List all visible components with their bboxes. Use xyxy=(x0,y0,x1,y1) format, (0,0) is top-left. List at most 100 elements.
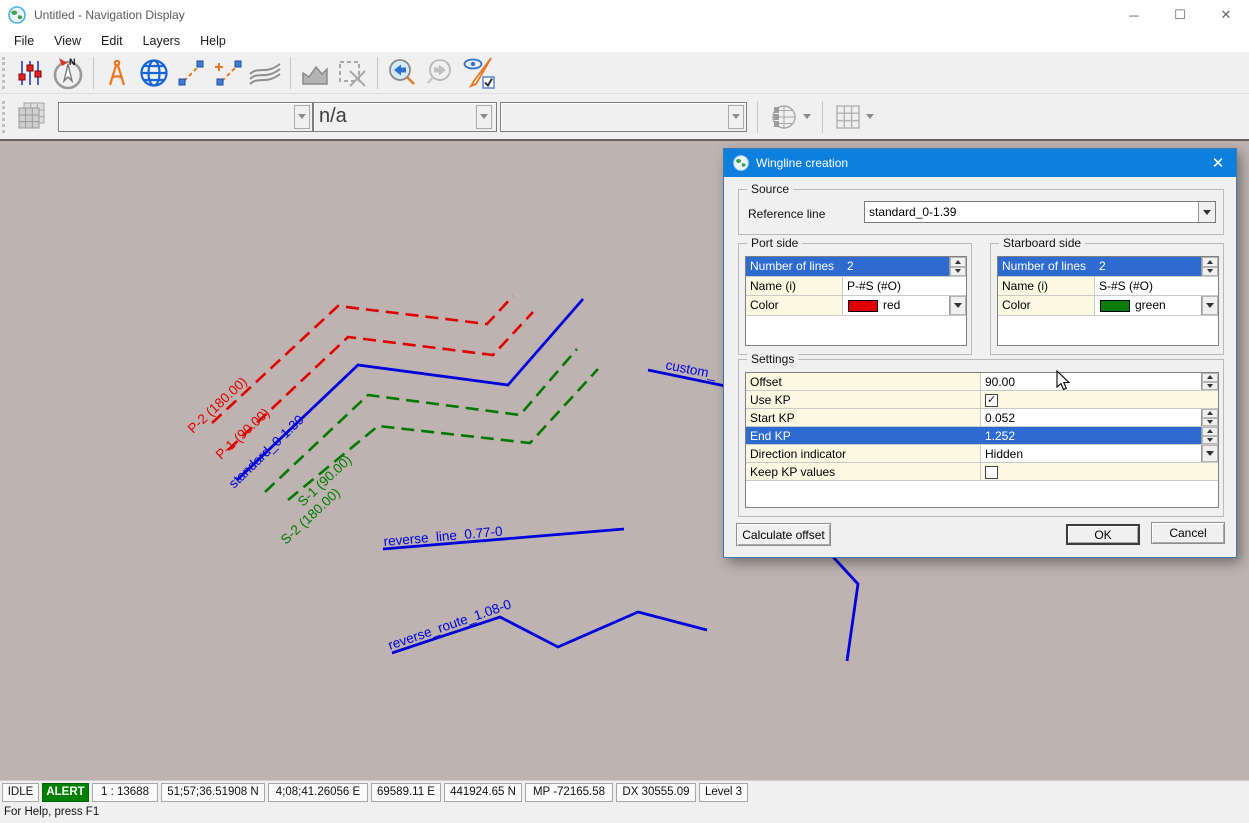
spin-up-icon[interactable] xyxy=(1202,409,1218,418)
menu-layers[interactable]: Layers xyxy=(133,30,191,52)
spin-up-icon[interactable] xyxy=(1202,427,1218,436)
direction-indicator-combo-arrow[interactable] xyxy=(1201,445,1218,462)
zoom-next-button[interactable] xyxy=(421,54,459,92)
offset-spinner[interactable] xyxy=(1201,373,1218,390)
dropdown-arrow-icon[interactable] xyxy=(1202,296,1218,315)
keep-kp-values-label[interactable]: Keep KP values xyxy=(746,463,981,480)
starboard-name-label[interactable]: Name (i) xyxy=(998,277,1095,295)
spin-up-icon[interactable] xyxy=(1202,257,1218,267)
keep-kp-values-value[interactable] xyxy=(981,463,1218,480)
spin-down-icon[interactable] xyxy=(1202,382,1218,391)
start-kp-spinner[interactable] xyxy=(1201,409,1218,426)
toolbar-grip[interactable] xyxy=(2,57,9,89)
menu-edit[interactable]: Edit xyxy=(91,30,133,52)
projection-dropdown-arrow[interactable] xyxy=(803,114,811,119)
layer-combo-left-arrow[interactable] xyxy=(294,105,310,129)
reference-line-combo-arrow[interactable] xyxy=(1198,202,1215,222)
wingline-s1[interactable] xyxy=(265,349,577,492)
layers-grid-button[interactable] xyxy=(12,98,50,136)
port-number-of-lines-label[interactable]: Number of lines xyxy=(746,257,843,276)
starboard-name-value[interactable]: S-#S (#O) xyxy=(1095,277,1218,295)
spin-down-icon[interactable] xyxy=(1202,436,1218,445)
filter-sliders-button[interactable] xyxy=(12,54,48,92)
direction-indicator-row[interactable]: Direction indicator Hidden xyxy=(746,445,1218,463)
layer-combo-right-arrow[interactable] xyxy=(728,105,744,129)
start-kp-value[interactable]: 0.052 xyxy=(981,409,1201,426)
use-kp-checkbox[interactable] xyxy=(985,394,998,407)
area-chart-button[interactable] xyxy=(296,54,334,92)
globe-button[interactable] xyxy=(135,54,173,92)
divider-compass-button[interactable] xyxy=(99,54,135,92)
maximize-button[interactable]: ☐ xyxy=(1157,0,1203,30)
spin-down-icon[interactable] xyxy=(1202,267,1218,277)
scale-combo[interactable]: n/a xyxy=(313,102,497,132)
measure-line-button[interactable] xyxy=(173,54,209,92)
starboard-color-combo-arrow[interactable] xyxy=(1201,296,1218,315)
minimize-button[interactable]: ─ xyxy=(1111,0,1157,30)
grid-dropdown-arrow[interactable] xyxy=(866,114,874,119)
end-kp-value[interactable]: 1.252 xyxy=(981,427,1201,444)
starboard-color-value[interactable]: green xyxy=(1095,296,1201,315)
grid-display-button[interactable] xyxy=(828,98,880,136)
spin-down-icon[interactable] xyxy=(950,267,966,277)
port-number-of-lines-value[interactable]: 2 xyxy=(843,257,949,276)
close-button[interactable]: ✕ xyxy=(1203,0,1249,30)
port-number-of-lines-row[interactable]: Number of lines 2 xyxy=(746,257,966,277)
north-compass-button[interactable]: N xyxy=(48,54,88,92)
menu-view[interactable]: View xyxy=(44,30,91,52)
starboard-number-of-lines-row[interactable]: Number of lines 2 xyxy=(998,257,1218,277)
parallel-lines-button[interactable] xyxy=(245,54,285,92)
wingline-p2[interactable] xyxy=(212,296,513,423)
dropdown-arrow-icon[interactable] xyxy=(950,296,966,315)
direction-indicator-value[interactable]: Hidden xyxy=(981,445,1201,462)
starboard-color-label[interactable]: Color xyxy=(998,296,1095,315)
use-kp-row[interactable]: Use KP xyxy=(746,391,1218,409)
port-name-label[interactable]: Name (i) xyxy=(746,277,843,295)
use-kp-label[interactable]: Use KP xyxy=(746,391,981,408)
layer-combo-right[interactable] xyxy=(500,102,747,132)
port-color-value[interactable]: red xyxy=(843,296,949,315)
start-kp-label[interactable]: Start KP xyxy=(746,409,981,426)
projection-button[interactable] xyxy=(763,98,817,136)
toolbar-grip[interactable] xyxy=(2,101,9,133)
use-kp-value[interactable] xyxy=(981,391,1218,408)
direction-indicator-label[interactable]: Direction indicator xyxy=(746,445,981,462)
status-alert-badge[interactable]: ALERT xyxy=(42,783,89,802)
menu-help[interactable]: Help xyxy=(190,30,236,52)
starboard-number-of-lines-label[interactable]: Number of lines xyxy=(998,257,1095,276)
starboard-name-row[interactable]: Name (i) S-#S (#O) xyxy=(998,277,1218,296)
start-kp-row[interactable]: Start KP 0.052 xyxy=(746,409,1218,427)
starboard-number-of-lines-value[interactable]: 2 xyxy=(1095,257,1201,276)
port-name-row[interactable]: Name (i) P-#S (#O) xyxy=(746,277,966,296)
port-number-of-lines-spinner[interactable] xyxy=(949,257,966,276)
keep-kp-values-checkbox[interactable] xyxy=(985,466,998,479)
end-kp-label[interactable]: End KP xyxy=(746,427,981,444)
end-kp-spinner[interactable] xyxy=(1201,427,1218,444)
add-line-button[interactable] xyxy=(209,54,245,92)
calculate-offset-button[interactable]: Calculate offset xyxy=(736,523,831,546)
offset-value[interactable]: 90.00 xyxy=(981,373,1201,390)
offset-label[interactable]: Offset xyxy=(746,373,981,390)
port-color-combo-arrow[interactable] xyxy=(949,296,966,315)
route-segment-right[interactable] xyxy=(823,546,858,661)
keep-kp-values-row[interactable]: Keep KP values xyxy=(746,463,1218,481)
spin-up-icon[interactable] xyxy=(950,257,966,267)
port-color-label[interactable]: Color xyxy=(746,296,843,315)
spin-up-icon[interactable] xyxy=(1202,373,1218,382)
end-kp-row[interactable]: End KP 1.252 xyxy=(746,427,1218,445)
starboard-number-of-lines-spinner[interactable] xyxy=(1201,257,1218,276)
spin-down-icon[interactable] xyxy=(1202,418,1218,427)
deselect-area-button[interactable] xyxy=(334,54,372,92)
port-color-row[interactable]: Color red xyxy=(746,296,966,316)
dialog-close-icon[interactable]: ✕ xyxy=(1206,152,1230,174)
display-settings-button[interactable] xyxy=(459,54,499,92)
zoom-previous-button[interactable] xyxy=(383,54,421,92)
reference-line-combo[interactable]: standard_0-1.39 xyxy=(864,201,1216,223)
starboard-color-row[interactable]: Color green xyxy=(998,296,1218,316)
scale-combo-arrow[interactable] xyxy=(476,105,492,129)
dialog-title-bar[interactable]: Wingline creation ✕ xyxy=(724,149,1236,177)
dropdown-arrow-icon[interactable] xyxy=(1202,445,1218,462)
ok-button[interactable]: OK xyxy=(1066,524,1140,545)
offset-row[interactable]: Offset 90.00 xyxy=(746,373,1218,391)
layer-combo-left[interactable] xyxy=(58,102,313,132)
